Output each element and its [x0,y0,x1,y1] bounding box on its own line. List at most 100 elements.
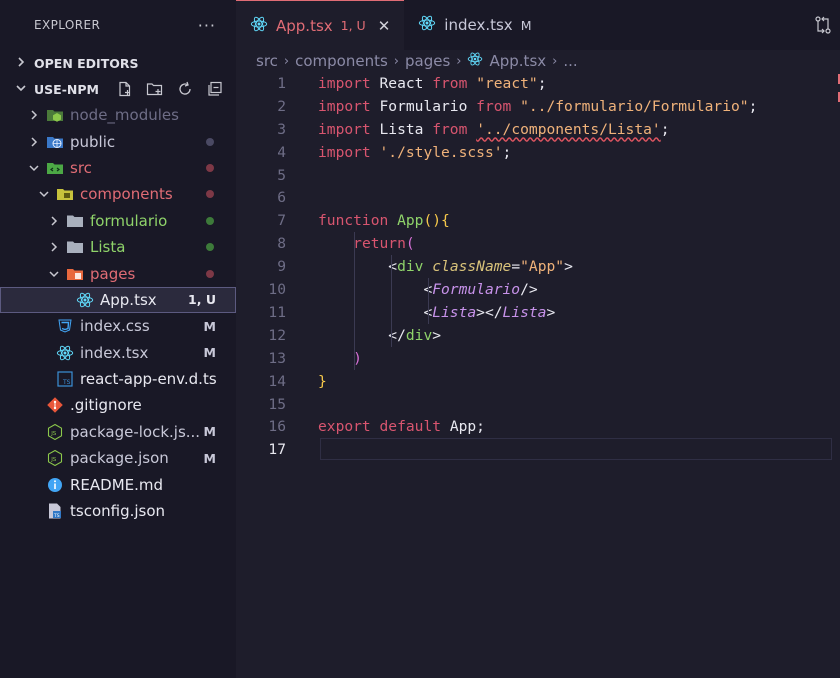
git-status-dot [206,216,214,225]
more-actions-icon[interactable]: ··· [198,16,216,35]
code-line: 3 import Lista from '../components/Lista'… [236,118,840,141]
code-line: 16 export default App; [236,416,840,439]
chevron-right-icon [26,137,42,147]
tab-status: 1, U [340,18,366,33]
code-text: export default App; [318,418,485,435]
folder-icon [66,212,84,230]
tree-item[interactable]: index.tsx M [0,340,236,366]
code-token: from [432,120,468,138]
new-file-icon[interactable] [116,80,134,98]
code-token: React [370,74,433,92]
tab-label: index.tsx [444,16,513,34]
open-editors-section[interactable]: OPEN EDITORS [0,50,236,76]
code-line: 10 <Formulario/> [236,278,840,301]
tree-item[interactable]: node_modules [0,102,236,128]
git-status-badge: M [203,345,216,361]
code-token: ; [537,74,547,92]
chevron-down-icon [46,269,62,279]
code-token: = [511,258,521,276]
code-line: 15 [236,393,840,416]
tree-item-label: tsconfig.json [70,502,166,521]
code-token: ></ [476,303,503,321]
tree-item[interactable]: JS package.json M [0,445,236,471]
tree-item[interactable]: App.tsx 1, U [0,286,236,314]
code-token: > [432,326,442,344]
chevron-down-icon [26,163,42,173]
code-text: <div className="App"> [318,258,573,275]
tree-item[interactable]: pages [0,260,236,286]
tree-item[interactable]: README.md [0,471,236,497]
tab-app-tsx[interactable]: App.tsx 1, U ✕ [236,0,405,50]
tab-index-tsx[interactable]: index.tsx M [404,0,545,50]
code-token: App; [441,418,485,436]
tree-item[interactable]: .gitignore [0,392,236,418]
tree-item[interactable]: Lista [0,234,236,260]
code-token: ; [502,143,512,161]
breadcrumb-item[interactable]: ... [563,52,577,70]
code-token: div [397,258,424,276]
code-token: ; [660,120,670,138]
breadcrumb-item[interactable]: components [295,52,388,70]
tree-item[interactable]: formulario [0,208,236,234]
tree-item[interactable]: TS react-app-env.d.ts [0,366,236,392]
tree-item[interactable]: TS tsconfig.json [0,498,236,524]
tree-item[interactable]: src [0,155,236,181]
indent-guide [391,255,392,347]
line-number: 16 [268,418,286,436]
code-token: import [318,120,371,138]
code-token: export [318,418,371,436]
breadcrumb-item[interactable]: App.tsx [489,52,546,70]
react-icon [418,14,436,36]
tree-item-label: package.json [70,449,169,468]
code-line: 2 import Formulario from "../formulario/F… [236,95,840,118]
breadcrumb-item[interactable]: pages [405,52,450,70]
tree-item[interactable]: components [0,181,236,207]
code-token: function [318,212,389,230]
line-number: 10 [268,281,286,299]
css-icon [56,317,74,335]
breadcrumb: src › components › pages › App.tsx › ... [236,50,840,72]
tree-item[interactable]: index.css M [0,313,236,339]
line-number: 13 [268,349,286,367]
react-icon [56,344,74,362]
explorer-header: EXPLORER ··· [0,0,236,50]
code-token: return [353,235,406,253]
chevron-down-icon [36,189,52,199]
code-token: import [318,143,371,161]
code-line: 6 [236,187,840,210]
close-icon[interactable]: ✕ [378,17,391,35]
code-editor[interactable]: 1 import React from "react"; 2 import Formu… [236,72,840,678]
code-line: 9 <div className="App"> [236,255,840,278]
tree-item[interactable]: JS package-lock.js... M [0,419,236,445]
code-line: 1 import React from "react"; [236,72,840,95]
compare-changes-icon[interactable] [812,14,834,36]
line-number: 1 [277,74,286,92]
react-icon [76,291,94,309]
ts-icon: TS [56,370,74,388]
tree-item-label: .gitignore [70,396,142,415]
svg-text:TS: TS [62,379,71,386]
code-token: default [379,418,442,436]
breadcrumb-item[interactable]: src [256,52,278,70]
chevron-right-icon: › [552,53,558,69]
code-line: 11 <Lista></Lista> [236,301,840,324]
tree-item[interactable]: public [0,128,236,154]
code-line: 4 import './style.scss'; [236,141,840,164]
tree-item-label: README.md [70,475,164,494]
code-token: from [476,97,512,115]
tree-item-label: pages [90,264,136,283]
code-token: "../formulario/Formulario" [520,97,749,115]
refresh-icon[interactable] [176,80,194,98]
code-token: Formulario [370,97,477,115]
chevron-right-icon: › [456,53,462,69]
new-folder-icon[interactable] [146,80,164,98]
git-status-badge: 1, U [188,292,216,308]
collapse-all-icon[interactable] [206,80,224,98]
project-section[interactable]: USE-NPM [0,76,236,102]
